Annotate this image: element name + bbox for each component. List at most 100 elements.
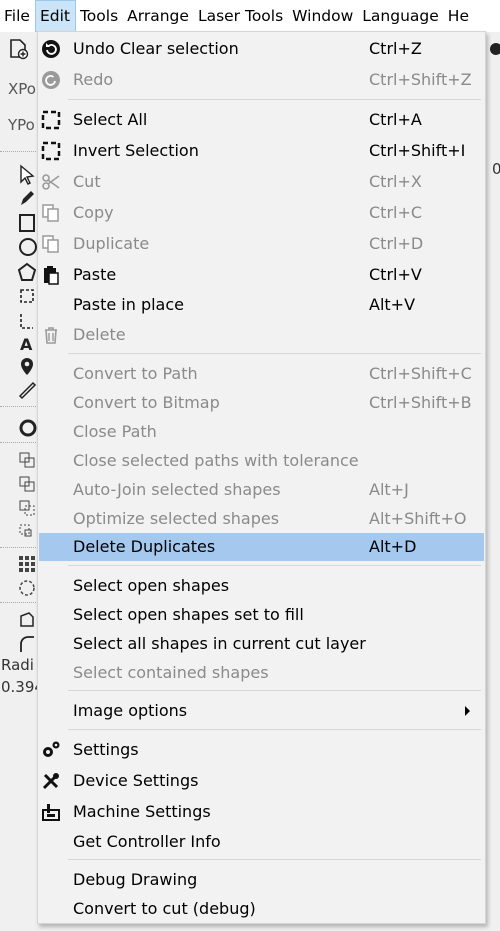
- menu-item-invert-selection[interactable]: Invert Selection Ctrl+Shift+I: [39, 137, 484, 165]
- polygon-tool-icon[interactable]: [17, 262, 37, 282]
- shape-tool-icon[interactable]: [17, 286, 37, 306]
- menu-shortcut: Ctrl+D: [369, 234, 424, 253]
- scissors-icon: [42, 174, 60, 190]
- round-corner-icon[interactable]: [17, 634, 37, 654]
- menu-item-optimize[interactable]: Optimize selected shapes Alt+Shift+O: [39, 505, 484, 533]
- menu-item-convert-to-bitmap[interactable]: Convert to Bitmap Ctrl+Shift+B: [39, 389, 484, 417]
- subtract-tool-icon[interactable]: [17, 498, 37, 518]
- radius-label: Radi: [1, 656, 34, 674]
- settings-icon[interactable]: [486, 40, 500, 58]
- pen-tool-icon[interactable]: [17, 188, 37, 208]
- text-tool-icon[interactable]: A: [17, 333, 37, 353]
- svg-text:A: A: [20, 335, 33, 353]
- menu-item-debug-drawing[interactable]: Debug Drawing: [39, 866, 484, 894]
- menu-item-delete[interactable]: Delete: [39, 321, 484, 349]
- menu-item-cut[interactable]: Cut Ctrl+X: [39, 168, 484, 196]
- menu-separator: [68, 690, 481, 691]
- menu-arrange[interactable]: Arrange: [123, 0, 194, 32]
- menu-shortcut: Ctrl+Shift+C: [369, 364, 472, 383]
- ypos-label: YPo: [8, 116, 35, 134]
- menu-separator: [68, 99, 481, 100]
- circular-array-icon[interactable]: [17, 578, 37, 598]
- menu-label: Paste: [73, 265, 117, 284]
- select-tool-icon[interactable]: [18, 164, 38, 186]
- menu-item-get-controller-info[interactable]: Get Controller Info: [39, 828, 484, 856]
- menu-edit[interactable]: Edit: [34, 0, 76, 32]
- ellipse-tool-icon[interactable]: [17, 237, 37, 257]
- menu-item-select-contained[interactable]: Select contained shapes: [39, 659, 484, 687]
- menu-item-device-settings[interactable]: Device Settings: [39, 767, 484, 795]
- menu-item-paste-in-place[interactable]: Paste in place Alt+V: [39, 291, 484, 319]
- menu-shortcut: Ctrl+A: [369, 110, 422, 129]
- menu-label: Auto-Join selected shapes: [73, 480, 281, 499]
- menu-item-machine-settings[interactable]: Machine Settings: [39, 798, 484, 826]
- weld-tool-icon[interactable]: [17, 450, 37, 470]
- menu-label: Select contained shapes: [73, 663, 269, 682]
- menu-item-convert-to-cut-debug[interactable]: Convert to cut (debug): [39, 895, 484, 923]
- menu-bar: File Edit Tools Arrange Laser Tools Wind…: [0, 0, 500, 32]
- menu-item-close-path[interactable]: Close Path: [39, 418, 484, 446]
- rotate-tool-icon[interactable]: [17, 610, 37, 630]
- measure-tool-icon[interactable]: [17, 380, 37, 400]
- menu-shortcut: Ctrl+C: [369, 203, 423, 222]
- offset-tool-icon[interactable]: [17, 418, 37, 438]
- menu-label: Delete Duplicates: [73, 537, 216, 556]
- duplicate-icon: [42, 235, 59, 253]
- menu-label: Redo: [73, 70, 114, 89]
- invert-selection-icon: [41, 141, 61, 161]
- menu-item-auto-join[interactable]: Auto-Join selected shapes Alt+J: [39, 476, 484, 504]
- menu-label: Undo Clear selection: [73, 39, 239, 58]
- menu-label: Select open shapes set to fill: [73, 605, 304, 624]
- menu-laser-tools[interactable]: Laser Tools: [194, 0, 288, 32]
- corner-tool-icon[interactable]: [17, 311, 37, 331]
- copy-icon: [42, 204, 59, 222]
- divider: [0, 151, 36, 152]
- intersect-tool-icon[interactable]: [17, 522, 37, 542]
- menu-shortcut: Alt+D: [369, 537, 417, 556]
- rectangle-tool-icon[interactable]: [17, 213, 37, 233]
- menu-item-select-all-cut-layer[interactable]: Select all shapes in current cut layer: [39, 630, 484, 658]
- menu-item-select-all[interactable]: Select All Ctrl+A: [39, 106, 484, 134]
- menu-separator: [68, 859, 481, 860]
- menu-item-select-open-shapes[interactable]: Select open shapes: [39, 572, 484, 600]
- menu-item-undo[interactable]: Undo Clear selection Ctrl+Z: [39, 35, 484, 63]
- gears-icon: [43, 741, 60, 757]
- menu-window[interactable]: Window: [288, 0, 358, 32]
- menu-item-paste[interactable]: Paste Ctrl+V: [39, 261, 484, 289]
- menu-shortcut: Ctrl+X: [369, 172, 422, 191]
- select-all-icon: [41, 110, 61, 130]
- menu-language[interactable]: Language: [358, 0, 444, 32]
- divider: [0, 442, 36, 443]
- menu-item-copy[interactable]: Copy Ctrl+C: [39, 199, 484, 227]
- menu-file[interactable]: File: [0, 0, 35, 32]
- menu-help[interactable]: He: [444, 0, 474, 32]
- menu-label: Convert to cut (debug): [73, 899, 256, 918]
- menu-shortcut: Alt+V: [369, 295, 416, 314]
- menu-label: Convert to Path: [73, 364, 198, 383]
- menu-label: Get Controller Info: [73, 832, 221, 851]
- right-digit: 0: [492, 160, 500, 178]
- menu-separator: [68, 565, 481, 566]
- menu-item-delete-duplicates[interactable]: Delete Duplicates Alt+D: [39, 533, 484, 561]
- grid-array-icon[interactable]: [17, 554, 37, 574]
- menu-item-settings[interactable]: Settings: [39, 736, 484, 764]
- menu-item-close-selected-paths[interactable]: Close selected paths with tolerance: [39, 447, 484, 475]
- menu-item-image-options[interactable]: Image options: [39, 697, 484, 725]
- menu-shortcut: Alt+Shift+O: [369, 509, 467, 528]
- menu-item-redo[interactable]: Redo Ctrl+Shift+Z: [39, 66, 484, 94]
- menu-separator: [68, 729, 481, 730]
- new-file-icon[interactable]: [8, 38, 30, 60]
- menu-item-select-open-shapes-fill[interactable]: Select open shapes set to fill: [39, 601, 484, 629]
- menu-label: Select all shapes in current cut layer: [73, 634, 366, 653]
- menu-label: Machine Settings: [73, 802, 211, 821]
- position-tool-icon[interactable]: [17, 356, 37, 376]
- menu-label: Select All: [73, 110, 148, 129]
- menu-tools[interactable]: Tools: [76, 0, 123, 32]
- menu-label: Duplicate: [73, 234, 150, 253]
- menu-item-convert-to-path[interactable]: Convert to Path Ctrl+Shift+C: [39, 360, 484, 388]
- undo-icon: [42, 40, 60, 58]
- divider: [0, 547, 36, 548]
- menu-item-duplicate[interactable]: Duplicate Ctrl+D: [39, 230, 484, 258]
- edit-menu-dropdown: Undo Clear selection Ctrl+Z Redo Ctrl+Sh…: [37, 31, 486, 924]
- union-tool-icon[interactable]: [17, 474, 37, 494]
